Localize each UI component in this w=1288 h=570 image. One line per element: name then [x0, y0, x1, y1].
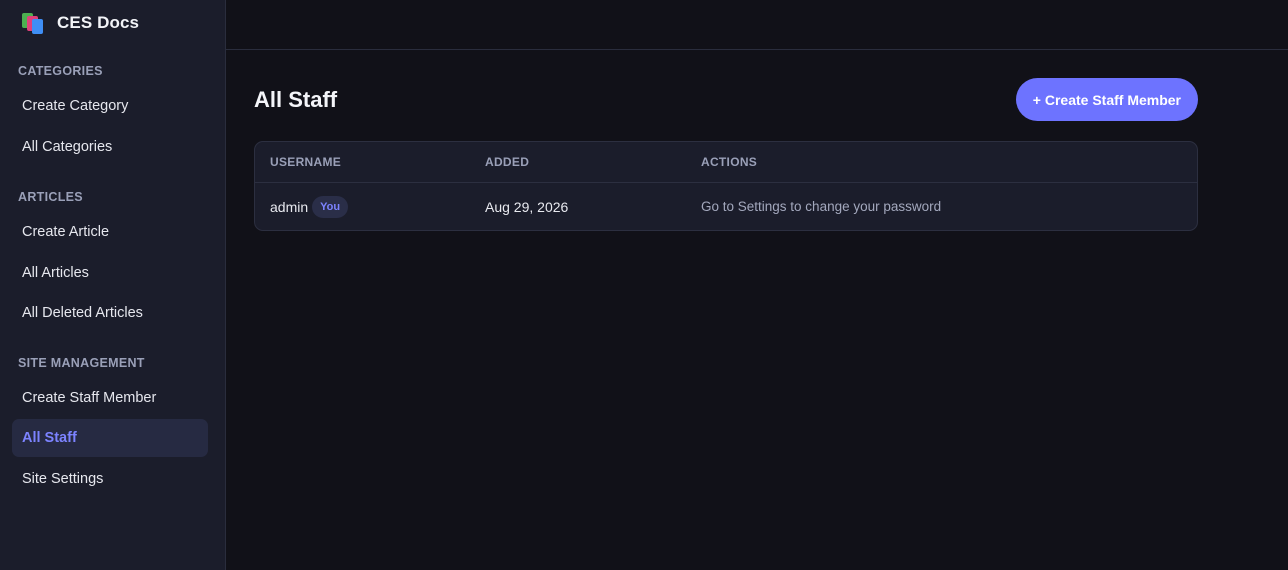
- column-header-username: USERNAME: [270, 155, 342, 169]
- top-bar: [226, 0, 1288, 50]
- column-header-added: ADDED: [485, 155, 530, 169]
- sidebar-item-create-category[interactable]: Create Category: [12, 87, 208, 125]
- brand[interactable]: CES Docs: [12, 0, 208, 46]
- sidebar-item-all-articles[interactable]: All Articles: [12, 254, 208, 292]
- brand-title: CES Docs: [57, 13, 140, 32]
- username-text: admin: [270, 198, 309, 215]
- column-header-actions: ACTIONS: [701, 155, 758, 169]
- page-title: All Staff: [254, 86, 338, 112]
- page-header: All Staff + Create Staff Member: [254, 78, 1198, 121]
- cell-added: Aug 29, 2026: [485, 198, 569, 215]
- create-staff-member-button[interactable]: + Create Staff Member: [1015, 78, 1198, 121]
- sidebar-item-all-deleted-articles[interactable]: All Deleted Articles: [12, 294, 208, 332]
- main-content: All Staff + Create Staff Member USERNAME…: [226, 0, 1288, 570]
- sidebar-item-all-staff[interactable]: All Staff: [12, 419, 208, 457]
- sidebar-item-create-staff-member[interactable]: Create Staff Member: [12, 379, 208, 417]
- sidebar-item-site-settings[interactable]: Site Settings: [12, 460, 208, 498]
- table-header-row: USERNAME ADDED ACTIONS: [255, 142, 1197, 183]
- app-window: CES Docs CATEGORIES Create Category All …: [0, 0, 1288, 570]
- you-badge: You: [312, 195, 349, 218]
- section-title-site-management: SITE MANAGEMENT: [18, 356, 145, 370]
- table-row: admin You Aug 29, 2026 Go to Settings to…: [255, 183, 1197, 230]
- staff-table: USERNAME ADDED ACTIONS admin You Aug 29,…: [254, 141, 1198, 231]
- sidebar-item-all-categories[interactable]: All Categories: [12, 128, 208, 166]
- books-icon: [21, 11, 45, 35]
- section-title-articles: ARTICLES: [18, 190, 83, 204]
- sidebar: CES Docs CATEGORIES Create Category All …: [0, 0, 226, 570]
- cell-username: admin You: [255, 195, 485, 218]
- section-title-categories: CATEGORIES: [18, 64, 103, 78]
- cell-actions: Go to Settings to change your password: [701, 199, 942, 214]
- sidebar-item-create-article[interactable]: Create Article: [12, 213, 208, 251]
